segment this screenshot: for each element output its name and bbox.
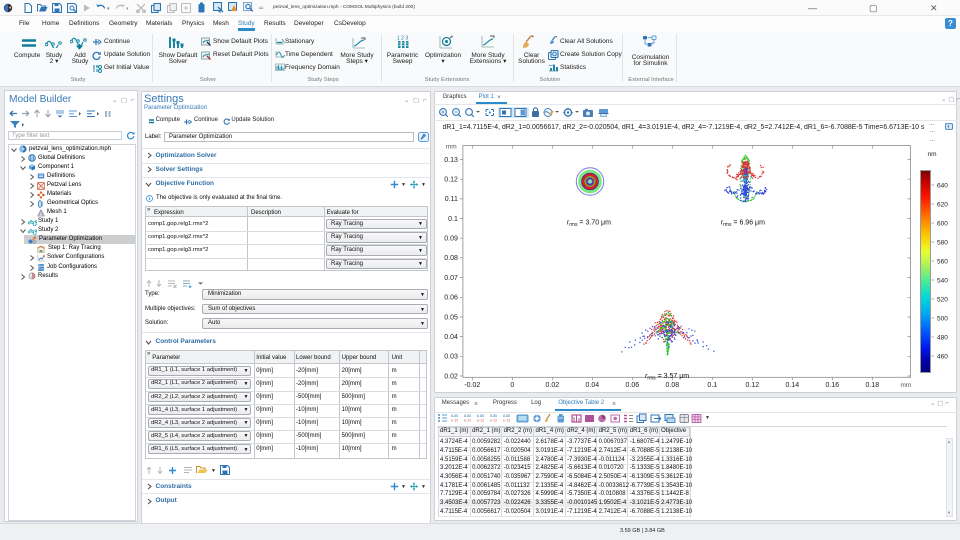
svg-text:460: 460 [937,353,948,360]
svg-text:0.11: 0.11 [445,196,458,203]
svg-text:0.06: 0.06 [444,295,458,302]
svg-text:8.85: 8.85 [490,414,497,418]
svg-text:e-12: e-12 [490,418,497,422]
svg-text:640: 640 [937,182,948,189]
svg-text:0.02: 0.02 [545,382,559,389]
svg-text:500: 500 [937,315,948,322]
svg-text:0.18: 0.18 [865,382,879,389]
svg-text:560: 560 [937,258,948,265]
svg-text:480: 480 [937,334,948,341]
svg-text:540: 540 [937,277,948,284]
svg-text:8.85: 8.85 [464,414,471,418]
svg-text:0.1: 0.1 [707,382,717,389]
svg-text:0: 0 [510,382,514,389]
svg-text:0.08: 0.08 [665,382,679,389]
svg-text:0.03: 0.03 [444,354,458,361]
svg-text:8.85: 8.85 [477,414,484,418]
svg-text:0.13: 0.13 [444,157,458,164]
svg-text:0.06: 0.06 [625,382,639,389]
svg-text:0.04: 0.04 [444,334,458,341]
svg-text:0.09: 0.09 [444,236,458,243]
svg-text:e-12: e-12 [503,418,510,422]
svg-text:8.85: 8.85 [503,414,510,418]
svg-text:580: 580 [937,239,948,246]
svg-text:e-12: e-12 [464,418,471,422]
svg-text:0.14: 0.14 [785,382,799,389]
svg-text:8.85: 8.85 [451,414,458,418]
svg-text:1 2 3: 1 2 3 [397,36,408,42]
svg-text:-0.02: -0.02 [464,382,480,389]
svg-text:0.1: 0.1 [448,216,458,223]
svg-text:e-12: e-12 [451,418,458,422]
svg-text:0.12: 0.12 [745,382,759,389]
svg-text:620: 620 [937,201,948,208]
svg-text:520: 520 [937,296,948,303]
svg-text:e-12: e-12 [477,418,484,422]
svg-text:0.04: 0.04 [585,382,599,389]
svg-text:0.08: 0.08 [444,255,458,262]
svg-text:600: 600 [937,220,948,227]
svg-text:0.07: 0.07 [444,275,458,282]
svg-text:mm: mm [446,144,457,151]
svg-text:0.02: 0.02 [444,373,458,380]
svg-text:mm: mm [901,382,912,389]
svg-text:0.12: 0.12 [444,177,458,184]
svg-text:0.16: 0.16 [825,382,839,389]
svg-text:0.05: 0.05 [444,314,458,321]
